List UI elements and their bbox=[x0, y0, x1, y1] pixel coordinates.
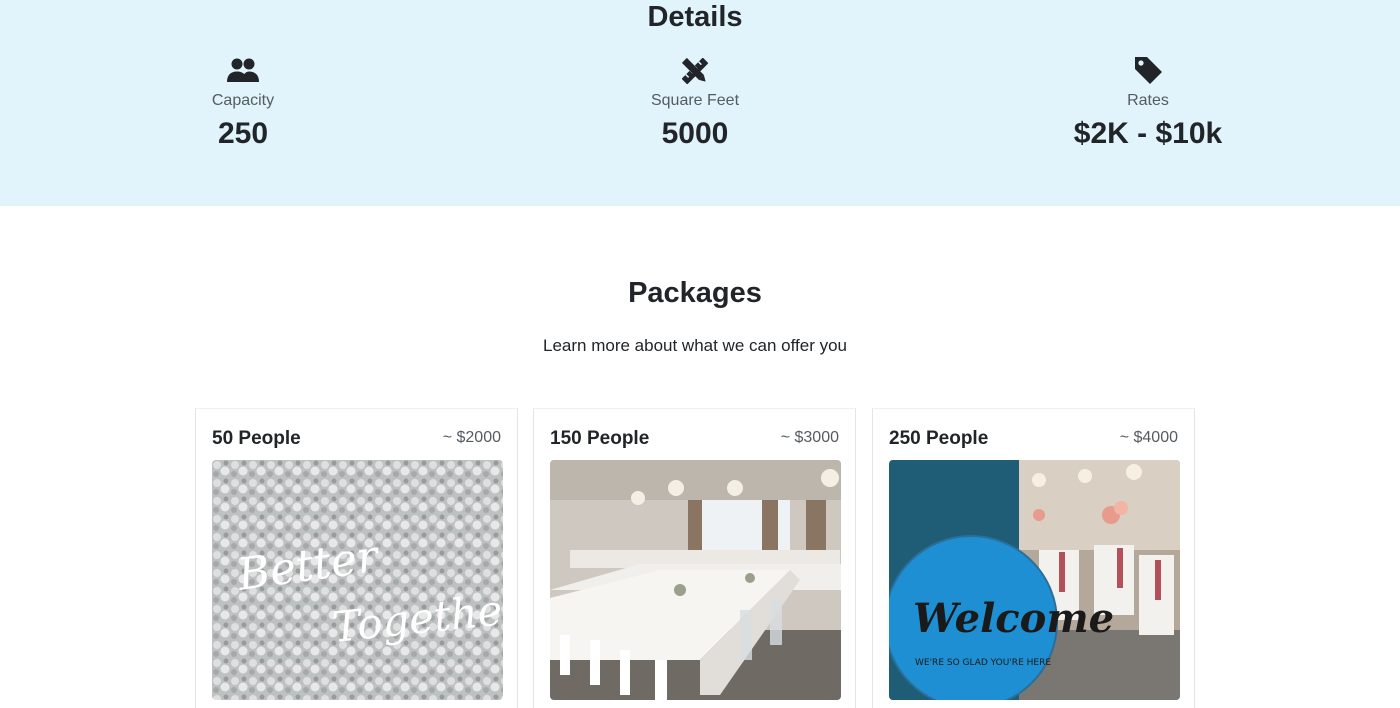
package-title: 50 People bbox=[212, 428, 301, 449]
details-section: Details Capacity 250 Square Feet 5000 Ra… bbox=[0, 0, 1400, 206]
sign-subtext: WE'RE SO GLAD YOU'RE HERE bbox=[915, 658, 1051, 668]
stat-value: 250 bbox=[217, 117, 269, 150]
packages-title: Packages bbox=[628, 277, 762, 309]
package-price: ~ $2000 bbox=[442, 429, 501, 446]
welcome-sign-photo[interactable]: Welcome WE'RE SO GLAD YOU'RE HERE bbox=[889, 460, 1180, 700]
stat-capacity: Capacity 250 bbox=[93, 56, 393, 152]
banquet-hall-photo[interactable] bbox=[550, 460, 841, 700]
package-card-250[interactable]: 250 People ~ $4000 Welcome WE'RE SO GLAD… bbox=[872, 408, 1195, 708]
ruler-pencil-icon bbox=[678, 56, 712, 86]
package-card-150[interactable]: 150 People ~ $3000 bbox=[533, 408, 856, 708]
package-title: 250 People bbox=[889, 428, 989, 449]
stat-rates: Rates $2K - $10k bbox=[998, 56, 1298, 152]
people-icon bbox=[226, 56, 260, 86]
stat-square-feet: Square Feet 5000 bbox=[545, 56, 845, 152]
packages-subtitle: Learn more about what we can offer you bbox=[543, 336, 847, 355]
package-price: ~ $3000 bbox=[780, 429, 839, 446]
package-card-50[interactable]: 50 People ~ $2000 Better Together bbox=[195, 408, 518, 708]
price-tag-icon bbox=[1131, 56, 1165, 86]
stat-value: 5000 bbox=[661, 117, 729, 150]
stat-label: Capacity bbox=[211, 92, 275, 109]
package-price: ~ $4000 bbox=[1119, 429, 1178, 446]
sign-text: Welcome bbox=[913, 595, 1114, 642]
flower-wall-photo[interactable]: Better Together bbox=[212, 460, 503, 700]
stat-label: Rates bbox=[1127, 92, 1169, 109]
stat-label: Square Feet bbox=[650, 92, 740, 109]
package-title: 150 People bbox=[550, 428, 650, 449]
stat-value: $2K - $10k bbox=[1073, 117, 1223, 150]
details-title: Details bbox=[647, 1, 743, 33]
